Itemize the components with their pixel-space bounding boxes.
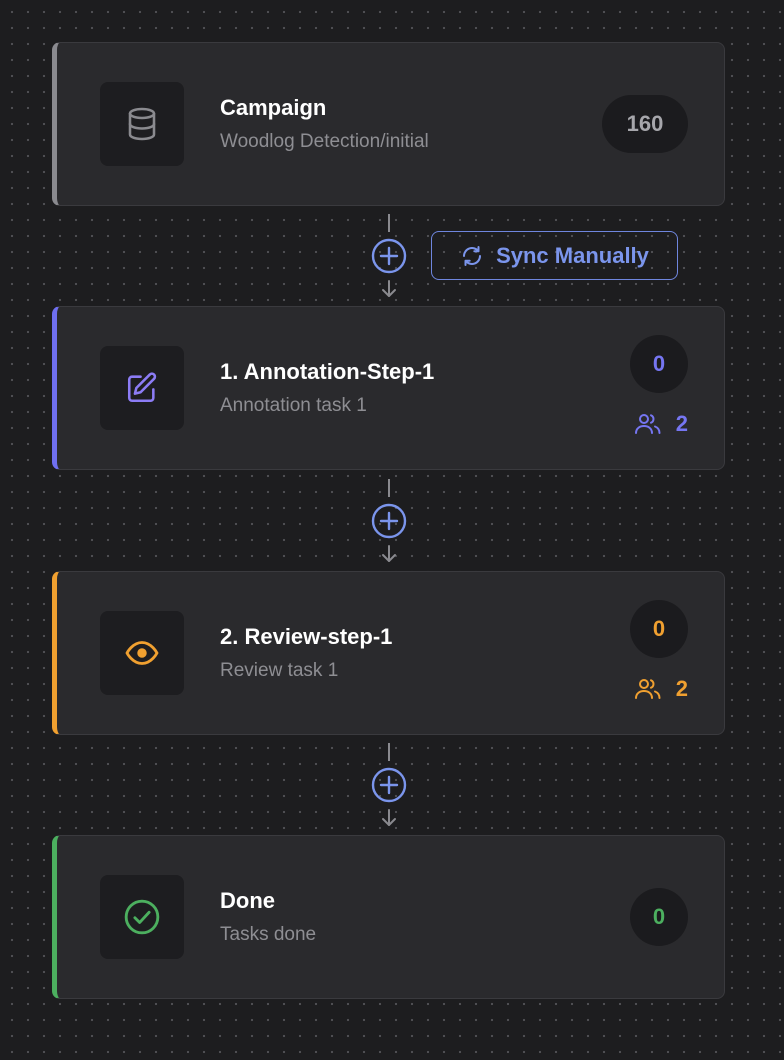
review-step-card[interactable]: 2. Review-step-1 Review task 1 0 2	[52, 571, 725, 735]
card-title: Done	[220, 888, 275, 913]
plus-circle-icon	[371, 767, 407, 803]
plus-circle-icon	[371, 503, 407, 539]
connector-line	[388, 743, 390, 761]
users-icon	[634, 679, 661, 699]
connector-line	[388, 479, 390, 497]
user-count: 2	[675, 676, 688, 701]
assigned-users[interactable]: 2	[634, 676, 688, 702]
task-count-badge: 0	[630, 600, 688, 658]
annotation-step-card[interactable]: 1. Annotation-Step-1 Annotation task 1 0…	[52, 306, 725, 470]
arrow-down-icon	[382, 809, 396, 826]
edit-icon	[127, 372, 157, 403]
arrow-down-icon	[382, 280, 396, 297]
task-count-badge: 0	[630, 335, 688, 393]
add-step-button[interactable]	[371, 503, 407, 539]
done-icon-box	[100, 875, 184, 959]
task-count-badge: 0	[630, 888, 688, 946]
card-subtitle: Woodlog Detection/initial	[220, 131, 429, 152]
card-title: Campaign	[220, 95, 327, 120]
card-subtitle: Annotation task 1	[220, 395, 367, 416]
add-step-button[interactable]	[371, 767, 407, 803]
done-step-card[interactable]: Done Tasks done 0	[52, 835, 725, 999]
card-subtitle: Tasks done	[220, 924, 317, 945]
connector-line	[388, 214, 390, 232]
add-step-button[interactable]	[371, 238, 407, 274]
users-icon	[634, 414, 661, 434]
task-count-badge: 160	[602, 95, 688, 153]
card-subtitle: Review task 1	[220, 660, 339, 681]
annotation-icon-box	[100, 346, 184, 430]
sync-manually-button[interactable]: Sync Manually	[431, 231, 678, 280]
campaign-card[interactable]: Campaign Woodlog Detection/initial 160	[52, 42, 725, 206]
database-icon	[128, 107, 156, 141]
refresh-icon	[463, 245, 482, 266]
campaign-icon-box	[100, 82, 184, 166]
card-title: 2. Review-step-1	[220, 624, 393, 649]
sync-button-label: Sync Manually	[496, 242, 649, 268]
eye-icon	[125, 641, 159, 665]
card-title: 1. Annotation-Step-1	[220, 359, 435, 384]
assigned-users[interactable]: 2	[634, 411, 688, 437]
review-icon-box	[100, 611, 184, 695]
plus-circle-icon	[371, 238, 407, 274]
arrow-down-icon	[382, 545, 396, 562]
user-count: 2	[675, 411, 688, 436]
check-circle-icon	[124, 899, 160, 935]
